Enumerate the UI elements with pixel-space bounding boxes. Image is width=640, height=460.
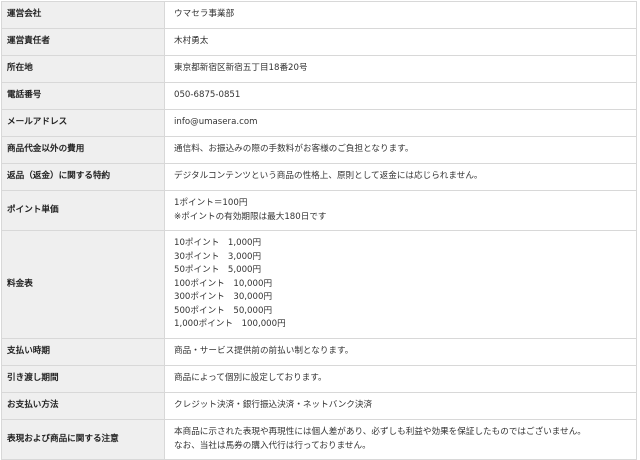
table-row: 運営会社 ウマセラ事業部 — [1, 1, 637, 29]
row-value: 050-6875-0851 — [164, 82, 637, 110]
value-line: ※ポイントの有効期限は最大180日です — [174, 211, 327, 222]
table-row: 返品（返金）に関する特約 デジタルコンテンツという商品の性格上、原則として返金に… — [1, 163, 637, 191]
row-label: お支払い方法 — [1, 392, 165, 420]
row-value: 東京都新宿区新宿五丁目18番20号 — [164, 55, 637, 83]
table-row: 運営責任者 木村勇太 — [1, 28, 637, 56]
value-line: ウマセラ事業部 — [174, 9, 235, 20]
row-value: 通信料、お振込みの際の手数料がお客様のご負担となります。 — [164, 136, 637, 164]
row-label: 引き渡し期間 — [1, 365, 165, 393]
row-value: 1ポイント＝100円 ※ポイントの有効期限は最大180日です — [164, 190, 637, 231]
row-value: 本商品に示された表現や再現性には個人差があり、必ずしも利益や効果を保証したもので… — [164, 419, 637, 460]
value-line: 商品によって個別に設定しております。 — [174, 373, 327, 384]
value-line: 東京都新宿区新宿五丁目18番20号 — [174, 63, 308, 74]
value-line: クレジット決済・銀行振込決済・ネットバンク決済 — [174, 400, 373, 411]
row-value: 10ポイント 1,000円 30ポイント 3,000円 50ポイント 5,000… — [164, 230, 637, 339]
price-line: 10ポイント 1,000円 — [174, 238, 262, 249]
value-line: 商品・サービス提供前の前払い制となります。 — [174, 346, 354, 357]
value-line: 050-6875-0851 — [174, 90, 241, 101]
value-line: なお、当社は馬券の購入代行は行っておりません。 — [174, 440, 371, 451]
row-label: 料金表 — [1, 230, 165, 339]
row-value: 商品によって個別に設定しております。 — [164, 365, 637, 393]
company-info-table: 運営会社 ウマセラ事業部 運営責任者 木村勇太 所在地 東京都新宿区新宿五丁目1… — [1, 1, 637, 460]
page: 運営会社 ウマセラ事業部 運営責任者 木村勇太 所在地 東京都新宿区新宿五丁目1… — [0, 0, 640, 460]
table-row: お支払い方法 クレジット決済・銀行振込決済・ネットバンク決済 — [1, 392, 637, 420]
row-value: デジタルコンテンツという商品の性格上、原則として返金には応じられません。 — [164, 163, 637, 191]
row-value: 木村勇太 — [164, 28, 637, 56]
row-label: メールアドレス — [1, 109, 165, 137]
table-row: 支払い時期 商品・サービス提供前の前払い制となります。 — [1, 338, 637, 366]
table-row: ポイント単価 1ポイント＝100円 ※ポイントの有効期限は最大180日です — [1, 190, 637, 231]
table-row: 引き渡し期間 商品によって個別に設定しております。 — [1, 365, 637, 393]
table-row: 表現および商品に関する注意 本商品に示された表現や再現性には個人差があり、必ずし… — [1, 419, 637, 460]
table-row: メールアドレス info@umasera.com — [1, 109, 637, 137]
row-label: 商品代金以外の費用 — [1, 136, 165, 164]
price-line: 30ポイント 3,000円 — [174, 251, 262, 262]
row-label: 運営責任者 — [1, 28, 165, 56]
table-row: 電話番号 050-6875-0851 — [1, 82, 637, 110]
table-row: 所在地 東京都新宿区新宿五丁目18番20号 — [1, 55, 637, 83]
value-line: 木村勇太 — [174, 36, 209, 47]
table-row: 商品代金以外の費用 通信料、お振込みの際の手数料がお客様のご負担となります。 — [1, 136, 637, 164]
row-value: クレジット決済・銀行振込決済・ネットバンク決済 — [164, 392, 637, 420]
email-value: info@umasera.com — [174, 117, 258, 128]
row-label: 表現および商品に関する注意 — [1, 419, 165, 460]
row-label: 支払い時期 — [1, 338, 165, 366]
row-label: 返品（返金）に関する特約 — [1, 163, 165, 191]
price-line: 1,000ポイント 100,000円 — [174, 319, 286, 330]
value-line: 通信料、お振込みの際の手数料がお客様のご負担となります。 — [174, 144, 414, 155]
price-line: 300ポイント 30,000円 — [174, 292, 273, 303]
row-label: ポイント単価 — [1, 190, 165, 231]
price-line: 500ポイント 50,000円 — [174, 305, 273, 316]
price-line: 50ポイント 5,000円 — [174, 265, 262, 276]
value-line: 1ポイント＝100円 — [174, 198, 248, 208]
row-value: ウマセラ事業部 — [164, 1, 637, 29]
row-label: 所在地 — [1, 55, 165, 83]
value-line: デジタルコンテンツという商品の性格上、原則として返金には応じられません。 — [174, 171, 483, 182]
value-line: 本商品に示された表現や再現性には個人差があり、必ずしも利益や効果を保証したもので… — [174, 427, 586, 437]
table-row: 料金表 10ポイント 1,000円 30ポイント 3,000円 50ポイント 5… — [1, 230, 637, 339]
row-label: 運営会社 — [1, 1, 165, 29]
row-value: info@umasera.com — [164, 109, 637, 137]
row-value: 商品・サービス提供前の前払い制となります。 — [164, 338, 637, 366]
row-label: 電話番号 — [1, 82, 165, 110]
price-line: 100ポイント 10,000円 — [174, 278, 273, 289]
